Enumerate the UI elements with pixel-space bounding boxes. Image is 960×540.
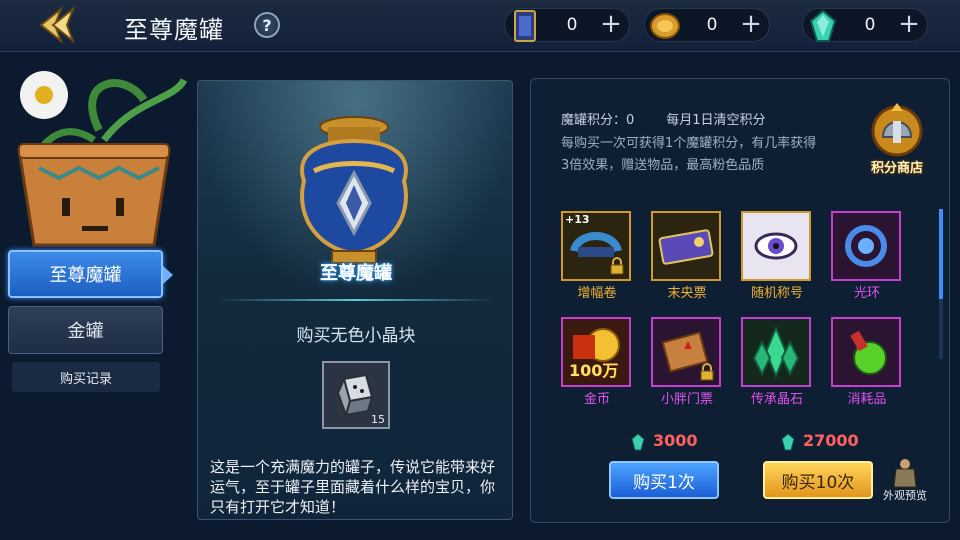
shop-helmet-icon [871, 103, 923, 157]
gem-icon [781, 432, 795, 450]
reward-item-xiaopang-ticket[interactable]: 小胖门票 [651, 317, 723, 407]
buy-once-button[interactable]: 购买1次 [609, 461, 719, 499]
points-shop-label: 积分商店 [870, 161, 923, 176]
help-button[interactable]: ? [254, 12, 280, 38]
item-label: 随机称号 [750, 286, 803, 301]
reset-note: 每月1日清空积分 [666, 113, 766, 128]
purchase-record-button[interactable]: 购买记录 [12, 362, 160, 392]
lock-icon [700, 363, 714, 381]
reward-item-ticket[interactable]: 末央票 [651, 211, 723, 301]
crystal-icon [752, 325, 800, 379]
character-icon [893, 459, 917, 488]
flowerpot-mascot-icon [17, 71, 188, 247]
reward-item-consumable[interactable]: 消耗品 [831, 317, 903, 407]
score-info: 每购买一次可获得1个魔罐积分，有几率获得3倍效果，赠送物品，最高粉色品质 [561, 136, 817, 173]
gold-amount-badge: 100万 [569, 361, 619, 380]
scrollbar-thumb[interactable] [939, 209, 943, 299]
jar-panel: 至尊魔罐 购买无色小晶块 15 这是一个充满魔力的罐子，传说它能带来好运气，至于… [197, 80, 513, 520]
reward-item-random-title[interactable]: 随机称号 [741, 211, 813, 301]
item-label: 增幅卷 [577, 286, 617, 301]
ticket-icon [658, 229, 714, 265]
coin-icon [650, 13, 680, 39]
card-icon [514, 10, 536, 42]
item-label: 光环 [853, 286, 880, 301]
resource-card: 0 + [504, 8, 630, 42]
tab-supreme-jar[interactable]: 至尊魔罐 [8, 250, 173, 298]
reward-item-amplify-scroll[interactable]: +13 增幅卷 [561, 211, 633, 301]
add-card-button[interactable]: + [599, 11, 623, 37]
points-shop-button[interactable]: 积分商店 [859, 101, 935, 181]
back-button[interactable] [30, 4, 80, 46]
shop-panel: 魔罐积分：0 每月1日清空积分 每购买一次可获得1个魔罐积分，有几率获得3倍效果，… [530, 78, 950, 523]
magic-jar-icon[interactable] [284, 111, 424, 271]
price-ten: 27000 [781, 431, 859, 451]
gem-icon [809, 9, 837, 42]
reward-item-heritage-crystal[interactable]: 传承晶石 [741, 317, 813, 407]
top-bar: 至尊魔罐 ? 0 + 0 + 0 + [0, 0, 960, 52]
buy-ten-button[interactable]: 购买10次 [763, 461, 873, 499]
jar-score: 魔罐积分：0 [561, 113, 635, 128]
item-label: 金币 [583, 392, 610, 407]
crystal-count: 15 [371, 413, 385, 426]
add-coin-button[interactable]: + [739, 11, 763, 37]
jar-description: 这是一个充满魔力的罐子，传说它能带来好运气，至于罐子里面藏着什么样的宝贝，你只有… [210, 458, 496, 516]
price-single-value: 3000 [653, 431, 698, 450]
item-label: 小胖门票 [660, 392, 713, 407]
item-badge: +13 [565, 213, 590, 226]
divider [218, 299, 494, 301]
gem-icon [631, 432, 645, 450]
resource-gem: 0 + [802, 8, 928, 42]
score-line: 魔罐积分：0 每月1日清空积分 [561, 109, 798, 128]
coin-count: 0 [706, 15, 718, 35]
reward-item-gold[interactable]: 100万 金币 [561, 317, 633, 407]
reward-item-aura[interactable]: 光环 [831, 211, 903, 301]
back-arrow-icon [39, 5, 76, 45]
price-ten-value: 27000 [803, 431, 859, 450]
jar-name-label: 至尊魔罐 [320, 263, 392, 284]
lock-icon [610, 257, 624, 275]
item-label: 消耗品 [847, 392, 887, 407]
item-label: 末央票 [667, 286, 707, 301]
crystal-item-slot[interactable]: 15 [322, 361, 390, 429]
item-label: 传承晶石 [750, 392, 803, 407]
gem-count: 0 [864, 15, 876, 35]
eye-title-icon [754, 232, 798, 260]
appearance-preview-button[interactable]: 外观预览 [875, 457, 935, 507]
resource-coin: 0 + [644, 8, 770, 42]
card-count: 0 [566, 15, 578, 35]
tab-gold-jar[interactable]: 金罐 [8, 306, 163, 354]
appearance-preview-label: 外观预览 [883, 489, 927, 502]
add-gem-button[interactable]: + [897, 11, 921, 37]
page-title: 至尊魔罐 [124, 16, 224, 44]
aura-icon [845, 225, 887, 267]
potion-icon [850, 330, 887, 375]
price-single: 3000 [631, 431, 698, 451]
buy-item-label: 购买无色小晶块 [296, 326, 416, 346]
